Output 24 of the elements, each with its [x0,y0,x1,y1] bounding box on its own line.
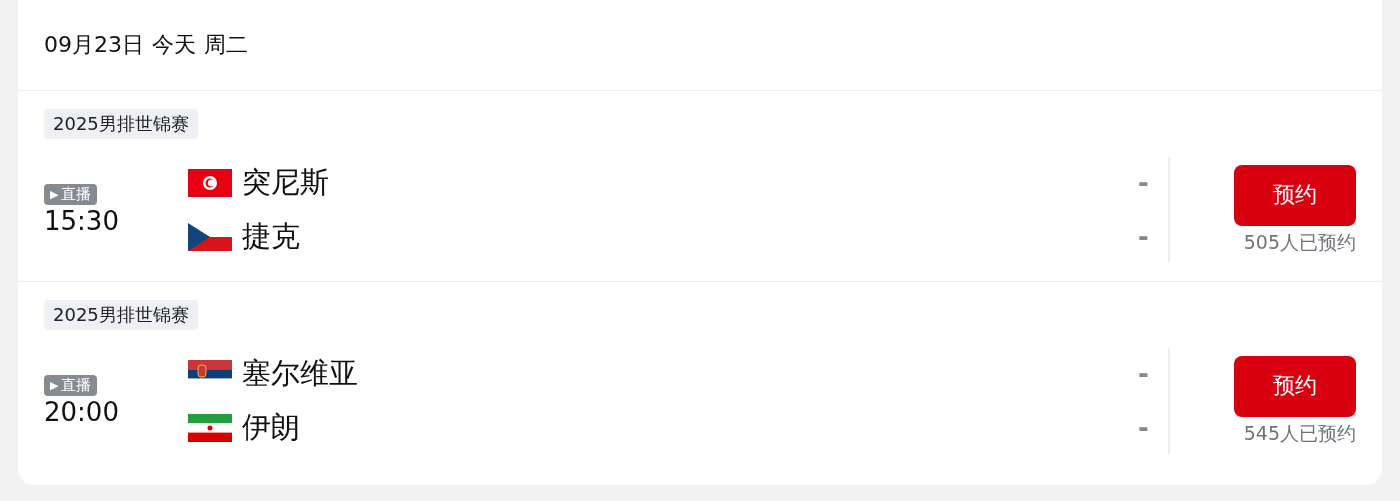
competition-tag: 2025男排世锦赛 [44,300,198,330]
weekday: 周二 [204,31,248,59]
score: - [1138,168,1150,198]
reservation-count: 545人已预约 [1243,420,1356,446]
flag-icon [188,414,232,442]
live-badge: ▶ 直播 [44,183,98,205]
flag-icon [188,169,232,197]
live-badge: ▶ 直播 [44,374,98,396]
team-name: 塞尔维亚 [242,355,359,392]
reservation-count: 505人已预约 [1243,229,1356,255]
team-name: 捷克 [242,218,301,255]
flag-icon [188,223,232,251]
competition-tag: 2025男排世锦赛 [44,109,198,139]
reserve-button[interactable]: 预约 [1234,164,1356,226]
date: 09月23日 [44,31,144,59]
reserve-button[interactable]: 预约 [1234,355,1356,417]
day-label: 今天 [152,31,196,59]
team-name: 突尼斯 [242,164,330,201]
match-time: 20:00 [44,395,119,428]
team-name: 伊朗 [242,409,301,446]
match-time: 15:30 [44,204,119,237]
score: - [1138,413,1150,443]
score: - [1138,222,1150,252]
score: - [1138,359,1150,389]
